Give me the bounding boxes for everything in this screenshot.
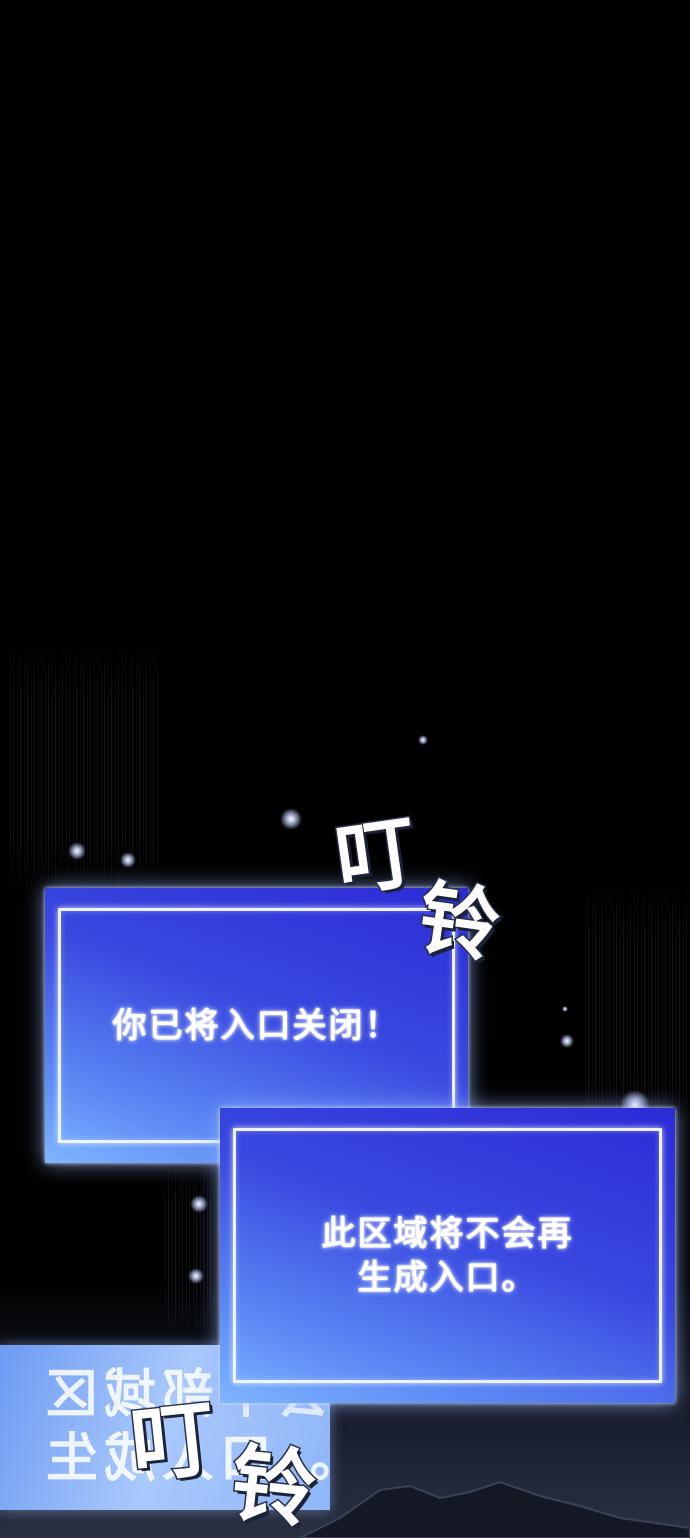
system-message-text: 你已将入口关闭！ — [112, 1005, 401, 1046]
system-window-frame: 此区域将不会再 生成入口。 — [233, 1128, 662, 1383]
sparkle — [188, 1268, 204, 1284]
comic-panel: 会不部域区 。口人成生 你已将入口关闭！ 此区域将不会再 生成入口。 叮 铃 叮… — [0, 0, 690, 1538]
system-message-line: 生成入口。 — [357, 1257, 538, 1298]
sfx-ding: 叮 — [328, 803, 423, 909]
system-window-no-entrance: 此区域将不会再 生成入口。 — [220, 1108, 675, 1403]
sparkle — [560, 1034, 574, 1048]
system-message-text: 此区域将不会再 生成入口。 — [322, 1212, 574, 1300]
sparkle — [68, 842, 86, 860]
rock-silhouette — [300, 1480, 690, 1538]
light-streaks-left — [10, 640, 160, 900]
system-message-line: 此区域将不会再 — [321, 1213, 574, 1254]
sfx-ding: 叮 — [124, 1387, 221, 1496]
sparkle — [280, 808, 302, 830]
sfx-ling: 铃 — [412, 869, 507, 975]
sparkle — [120, 852, 136, 868]
sparkle — [418, 735, 428, 745]
sparkle — [562, 1006, 568, 1012]
sparkle — [190, 1195, 208, 1213]
